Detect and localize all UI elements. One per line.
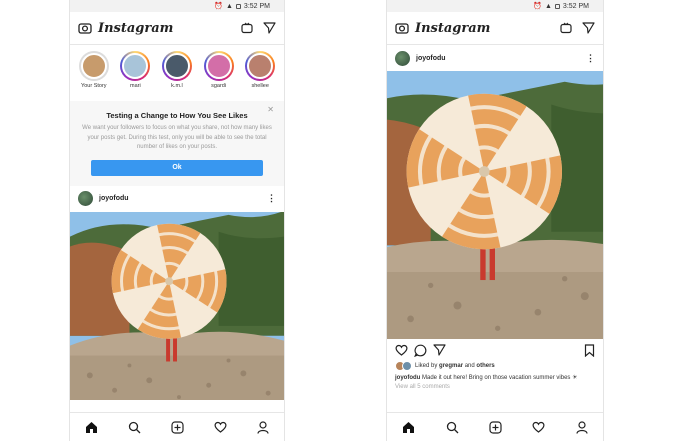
caption-emoji: ☀ — [572, 375, 578, 381]
view-all-comments-link[interactable]: View all 5 comments — [387, 382, 603, 392]
direct-message-icon[interactable] — [582, 22, 595, 34]
story-ring — [120, 51, 151, 81]
search-icon[interactable] — [128, 421, 141, 434]
story-label: k.m.l — [171, 83, 183, 89]
story-avatar — [247, 53, 274, 79]
bookmark-icon[interactable] — [584, 343, 595, 357]
liked-by-prefix: Liked by — [415, 363, 438, 369]
liker-avatar — [402, 361, 412, 371]
story-ring — [245, 51, 276, 81]
post-image — [387, 71, 603, 339]
igtv-icon[interactable] — [241, 22, 253, 34]
camera-icon[interactable] — [395, 22, 409, 34]
avatar[interactable] — [395, 50, 410, 66]
post-photo[interactable] — [70, 212, 284, 400]
story-ring — [161, 51, 192, 81]
heart-icon[interactable] — [214, 421, 227, 433]
bottom-nav — [387, 412, 603, 441]
story-label: mari — [130, 83, 141, 89]
profile-icon[interactable] — [576, 420, 588, 434]
story-avatar — [80, 53, 107, 79]
notice-body: We want your followers to focus on what … — [82, 125, 272, 150]
status-time: 3:52 PM — [243, 2, 270, 10]
signal-icon: ▲ — [544, 2, 552, 10]
direct-message-icon[interactable] — [263, 22, 276, 34]
status-time: 3:52 PM — [562, 2, 589, 10]
notice-title: Testing a Change to How You See Likes — [106, 111, 248, 120]
post-caption: joyofodu Made it out here! Bring on thos… — [387, 371, 603, 382]
like-heart-icon[interactable] — [395, 344, 408, 356]
phone-left: ⏰ ▲ 3:52 PM Instagram Your Story mari k.… — [70, 0, 284, 441]
bottom-nav — [70, 412, 284, 441]
post-header: joyofodu ⋮ — [70, 186, 284, 212]
story-avatar — [122, 53, 149, 79]
phone-right: ⏰ ▲ 3:52 PM Instagram joyofodu ⋮ Liked b… — [387, 0, 603, 441]
avatar[interactable] — [78, 191, 93, 206]
home-icon[interactable] — [85, 421, 98, 434]
post-username[interactable]: joyofodu — [99, 195, 267, 202]
heart-icon[interactable] — [532, 421, 545, 433]
status-bar: ⏰ ▲ 3:52 PM — [70, 0, 284, 12]
liked-by-others[interactable]: others — [476, 363, 494, 369]
post-photo[interactable] — [387, 71, 603, 339]
alarm-icon: ⏰ — [533, 3, 542, 10]
story-item[interactable]: k.m.l — [159, 51, 195, 97]
top-bar: Instagram — [387, 12, 603, 45]
more-options-icon[interactable]: ⋮ — [586, 53, 595, 64]
app-logo: Instagram — [415, 20, 491, 36]
status-bar: ⏰ ▲ 3:52 PM — [387, 0, 603, 12]
post-actions — [387, 339, 603, 361]
ok-button[interactable]: Ok — [91, 159, 263, 176]
add-post-icon[interactable] — [171, 420, 184, 434]
story-label: Your Story — [81, 83, 107, 89]
story-item[interactable]: Your Story — [76, 51, 112, 97]
add-post-icon[interactable] — [489, 420, 502, 434]
story-label: shellee — [251, 83, 269, 89]
likes-test-notice: ✕ Testing a Change to How You See Likes … — [70, 101, 284, 186]
share-icon[interactable] — [433, 344, 446, 356]
home-icon[interactable] — [402, 421, 415, 434]
profile-icon[interactable] — [257, 420, 269, 434]
post-username[interactable]: joyofodu — [416, 55, 586, 62]
alarm-icon: ⏰ — [214, 3, 223, 10]
story-avatar — [205, 53, 232, 79]
story-item[interactable]: sgardi — [201, 51, 237, 97]
top-bar: Instagram — [70, 12, 284, 45]
camera-icon[interactable] — [78, 22, 92, 34]
caption-username[interactable]: joyofodu — [395, 375, 420, 381]
story-label: sgardi — [211, 83, 227, 89]
stories-tray: Your Story mari k.m.l sgardi shellee — [70, 45, 284, 97]
liked-by-row[interactable]: Liked by gregmar and others — [387, 361, 603, 371]
close-icon[interactable]: ✕ — [267, 105, 274, 114]
post-image — [70, 212, 284, 400]
more-options-icon[interactable]: ⋮ — [267, 193, 276, 204]
battery-icon — [235, 3, 241, 9]
signal-icon: ▲ — [225, 2, 233, 10]
caption-text: Made it out here! Bring on those vacatio… — [422, 375, 571, 381]
story-ring — [203, 51, 234, 81]
post-header: joyofodu ⋮ — [387, 45, 603, 71]
story-ring — [78, 51, 109, 81]
battery-icon — [554, 3, 560, 9]
igtv-icon[interactable] — [560, 22, 572, 34]
liked-by-user[interactable]: gregmar — [439, 363, 463, 369]
story-item[interactable]: mari — [118, 51, 154, 97]
liked-by-and: and — [464, 363, 475, 369]
story-avatar — [163, 53, 190, 79]
story-item[interactable]: shellee — [242, 51, 278, 97]
comment-icon[interactable] — [414, 344, 427, 357]
app-logo: Instagram — [98, 20, 174, 36]
search-icon[interactable] — [446, 421, 459, 434]
